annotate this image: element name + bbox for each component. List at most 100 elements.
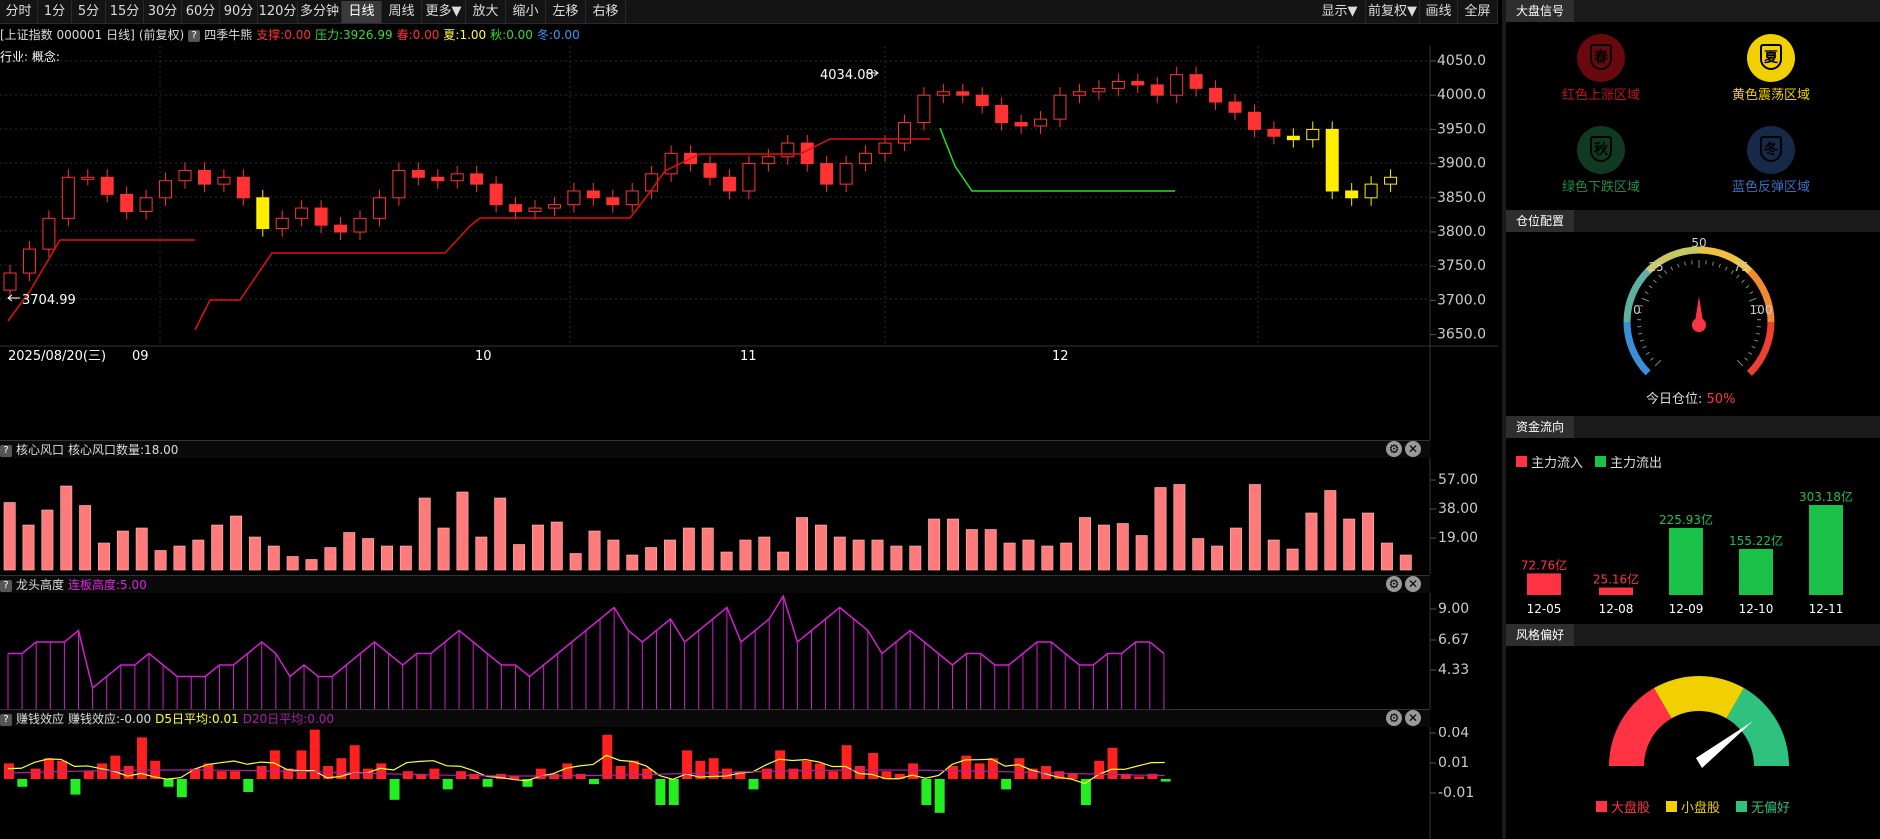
funds-header-label: 资金流向	[1506, 416, 1575, 438]
zhuanqian-bar	[30, 768, 41, 779]
zhuanqian-bar	[482, 779, 493, 787]
y-tick-label: 4000.0	[1437, 87, 1486, 103]
gear-icon[interactable]: ⚙	[1386, 441, 1402, 457]
fund-value-label: 303.18亿	[1799, 489, 1853, 504]
candle	[275, 217, 289, 230]
zhuanqian-bar	[1134, 776, 1145, 779]
candle	[217, 176, 231, 185]
toolbar-btn-1[interactable]: 1分	[38, 1, 72, 23]
season-shield-icon: 冬	[1747, 126, 1795, 174]
candle	[450, 173, 464, 182]
gauge-tick	[1648, 285, 1653, 289]
toolbar-btn-6[interactable]: 90分	[220, 1, 258, 23]
zhuanqian-bar	[934, 779, 945, 813]
close-icon[interactable]: ✕	[1405, 441, 1421, 457]
toolbar-btn-4[interactable]: 30分	[144, 1, 182, 23]
toolbar-right-btn-3[interactable]: 全屏	[1458, 1, 1498, 23]
zhuanqian-bar	[17, 779, 28, 787]
hexin-bar	[965, 529, 978, 571]
candle	[1170, 74, 1184, 96]
hexin-bar	[871, 539, 884, 571]
hexin-bar	[173, 545, 186, 571]
toolbar-btn-7[interactable]: 120分	[258, 1, 298, 23]
candle	[1111, 81, 1125, 89]
position-value: 50%	[1706, 392, 1736, 407]
signal-header-label: 大盘信号	[1506, 0, 1575, 22]
funds-bar-chart: 72.76亿 12-05 25.16亿 12-08 225.93亿 12-09 155.22…	[1521, 489, 1853, 616]
hexin-bar	[758, 536, 771, 571]
help-icon[interactable]: ?	[0, 713, 12, 726]
toolbar-btn-5[interactable]: 60分	[182, 1, 220, 23]
toolbar-btn-2[interactable]: 5分	[72, 1, 106, 23]
gauge-tick-label: 100	[1750, 303, 1773, 317]
gauge-hub	[1692, 318, 1706, 332]
pane2-value: 连板高度:5.00	[68, 578, 147, 592]
toolbar-btn-15[interactable]: 右移	[586, 1, 626, 23]
toolbar-btn-11[interactable]: 更多▼	[422, 1, 466, 23]
candle	[470, 173, 484, 185]
gear-icon[interactable]: ⚙	[1386, 710, 1402, 726]
toolbar-right-btn-2[interactable]: 画线	[1420, 1, 1458, 23]
gauge-tick	[1718, 263, 1721, 268]
candle	[1345, 190, 1359, 199]
gauge-tick	[1741, 279, 1745, 283]
gauge-tick	[1754, 339, 1759, 342]
hexin-bar	[399, 545, 412, 571]
hexin-bar	[1003, 542, 1016, 571]
help-icon[interactable]: ?	[0, 444, 12, 457]
hexin-bar	[22, 524, 35, 571]
fund-value-label: 155.22亿	[1729, 533, 1783, 548]
help-icon[interactable]: ?	[188, 29, 201, 42]
signal-item-2: 秋绿色下跌区域	[1526, 126, 1676, 195]
gauge-tick	[1641, 297, 1650, 302]
zhuanqian-bar	[1014, 758, 1025, 779]
hexin-bar	[135, 527, 148, 571]
close-icon[interactable]: ✕	[1405, 576, 1421, 592]
hexin-bar	[1286, 548, 1299, 571]
close-icon[interactable]: ✕	[1405, 710, 1421, 726]
hexin-bar	[513, 544, 526, 571]
candle	[42, 217, 56, 250]
candle	[625, 190, 639, 206]
gear-icon[interactable]: ⚙	[1386, 576, 1402, 592]
hexin-bar	[1248, 484, 1261, 571]
hexin-bar	[1154, 487, 1167, 571]
gauge-tick	[1712, 261, 1714, 266]
style-gauge	[1609, 676, 1789, 768]
y-tick-label: 38.00	[1438, 501, 1478, 517]
toolbar-right-btn-1[interactable]: 前复权▼	[1366, 1, 1420, 23]
candlestick-chart[interactable]: 4050.0 4000.0 3950.0 3900.0 3850.0 3800.0 3750…	[0, 46, 1498, 440]
season-shield-icon: 秋	[1577, 126, 1625, 174]
toolbar-btn-0[interactable]: 分时	[0, 1, 38, 23]
toolbar-btn-9[interactable]: 日线	[342, 1, 382, 23]
hexin-bar	[1267, 539, 1280, 571]
help-icon[interactable]: ?	[0, 579, 12, 592]
y-tick-label: 3850.0	[1437, 190, 1486, 206]
hexin-bar	[230, 515, 243, 571]
gauge-tick	[1724, 266, 1728, 271]
zhuanqian-bar	[469, 773, 480, 779]
candle	[314, 207, 328, 226]
pane3-d20: D20日平均:0.00	[242, 712, 335, 726]
toolbar-btn-3[interactable]: 15分	[106, 1, 144, 23]
zhuanqian-bar	[815, 763, 825, 779]
fund-bar	[1809, 505, 1843, 595]
season-glyph: 秋	[1590, 136, 1612, 162]
toolbar-btn-13[interactable]: 缩小	[506, 1, 546, 23]
month-label: 10	[475, 349, 492, 364]
hexin-bar	[720, 551, 733, 571]
support-line	[194, 138, 930, 331]
toolbar-btn-14[interactable]: 左移	[546, 1, 586, 23]
candle	[547, 204, 561, 209]
style-legend-swatch	[1596, 801, 1607, 812]
toolbar-btn-10[interactable]: 周线	[382, 1, 422, 23]
zhuanqian-bar-chart: 0.04 0.01 -0.01	[4, 727, 1474, 839]
toolbar-right-btn-0[interactable]: 显示▼	[1314, 1, 1366, 23]
toolbar-btn-12[interactable]: 放大	[466, 1, 506, 23]
toolbar-btn-8[interactable]: 多分钟	[298, 1, 342, 23]
candle	[61, 176, 75, 219]
indicator-name[interactable]: 四季牛熊	[204, 28, 252, 42]
hexin-bar	[1343, 518, 1356, 571]
hexin-bar	[531, 524, 544, 571]
y-tick-label: 4050.0	[1437, 53, 1486, 69]
